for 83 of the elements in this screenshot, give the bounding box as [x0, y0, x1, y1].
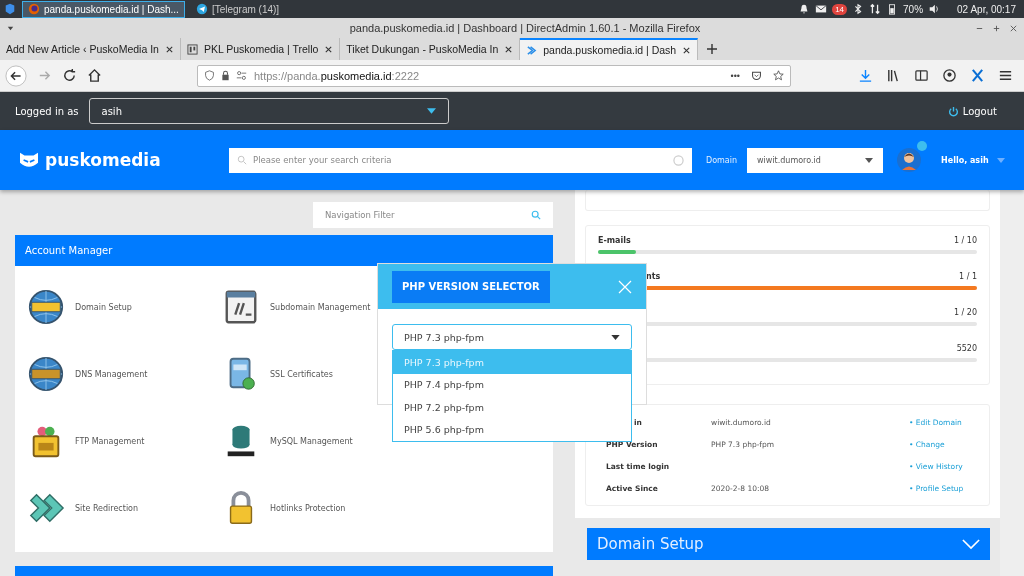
user-avatar[interactable]: [897, 141, 928, 172]
logout-link[interactable]: Logout: [947, 105, 997, 117]
mail-icon[interactable]: [815, 3, 828, 15]
feature-link[interactable]: MySQL Management: [270, 436, 353, 446]
feature-link[interactable]: Hotlinks Protection: [270, 503, 346, 513]
globe-icon[interactable]: [27, 288, 65, 327]
app-menu-icon[interactable]: [4, 3, 16, 15]
usage-value: 5520: [956, 344, 977, 355]
usage-value: 1 / 10: [953, 236, 977, 247]
pocket-icon[interactable]: [751, 70, 762, 81]
usage-value: 1 / 1: [959, 272, 977, 283]
usage-label: E-mails: [598, 236, 631, 247]
board-icon: [186, 43, 198, 55]
permissions-icon[interactable]: [236, 70, 247, 81]
brand-name: puskomedia: [45, 150, 161, 170]
globe-icon[interactable]: [27, 355, 65, 394]
feature-link[interactable]: DNS Management: [75, 369, 148, 379]
caret-icon: [611, 334, 620, 340]
url-text: https://panda.puskomedia.id:2222: [254, 69, 420, 82]
scrollbar-track[interactable]: [1000, 190, 1024, 576]
browser-icon: [28, 3, 40, 15]
user-select[interactable]: asih: [88, 98, 449, 124]
domain-label: Domain: [706, 155, 738, 165]
battery-level: 70%: [903, 3, 924, 15]
panel-header[interactable]: Account Manager: [15, 235, 553, 266]
logged-in-label: Logged in as: [15, 105, 79, 117]
home-icon[interactable]: [87, 68, 102, 83]
padlock-icon[interactable]: [220, 70, 231, 81]
shield-icon[interactable]: [204, 70, 215, 81]
new-tab-icon[interactable]: [706, 43, 719, 55]
panel-title: Domain Setup: [597, 535, 704, 553]
search-icon: [237, 155, 247, 165]
usage-value: 1 / 20: [953, 308, 977, 319]
close-icon[interactable]: [682, 45, 692, 55]
logo-icon: [18, 151, 40, 169]
user-greeting[interactable]: Hello, asih: [941, 155, 989, 165]
feature-link[interactable]: Subdomain Management: [270, 302, 371, 312]
maximize-icon[interactable]: [992, 23, 1001, 33]
panel-title: Account Manager: [25, 244, 113, 256]
panel-header[interactable]: Domain Setup: [587, 528, 990, 560]
extension-x-icon[interactable]: [970, 68, 985, 83]
notification-badge: 14: [832, 3, 848, 15]
search-icon: [531, 210, 541, 220]
usage-label: nts: [646, 272, 661, 283]
close-icon[interactable]: [1009, 23, 1018, 33]
network-arrows-icon[interactable]: [869, 3, 882, 15]
volume-icon[interactable]: [928, 3, 941, 15]
download-icon[interactable]: [858, 68, 873, 83]
feature-link[interactable]: FTP Management: [75, 436, 145, 446]
menu-icon[interactable]: [998, 68, 1013, 83]
star-icon[interactable]: [773, 70, 784, 81]
close-icon[interactable]: [324, 44, 334, 54]
page-actions-button[interactable]: •••: [730, 70, 740, 81]
dropdown-option[interactable]: PHP 7.4 php-fpm: [393, 373, 631, 396]
paper-plane-icon: [195, 3, 208, 15]
account-icon[interactable]: [942, 68, 957, 83]
chevron-down-icon[interactable]: [962, 538, 980, 550]
reload-icon[interactable]: [62, 68, 77, 83]
library-icon[interactable]: [886, 68, 901, 83]
navigation-filter-field[interactable]: Navigation Filter: [313, 202, 553, 228]
dropdown-option[interactable]: PHP 5.6 php-fpm: [393, 418, 631, 441]
caret-icon: [865, 157, 874, 163]
address-field[interactable]: https://panda.puskomedia.id:2222 •••: [197, 64, 791, 87]
back-icon[interactable]: [5, 64, 27, 87]
dropdown-option[interactable]: PHP 7.2 php-fpm: [393, 396, 631, 419]
power-icon: [947, 105, 959, 117]
taskbar-task[interactable]: [Telegram (14)]: [190, 0, 285, 18]
window-title: panda.puskomedia.id | Dashboard | DirectAdmin 1.60.1 - Mozilla Firefox: [348, 22, 701, 34]
browser-tab[interactable]: panda.puskomedia.id | Dash: [520, 38, 699, 60]
search-field[interactable]: Please enter your search criteria: [229, 147, 692, 173]
caret-icon: [426, 108, 436, 114]
close-icon[interactable]: [164, 44, 174, 54]
dialog-title: PHP VERSION SELECTOR: [392, 270, 550, 303]
feature-link[interactable]: Site Redirection: [75, 503, 139, 513]
chevrons-icon: [526, 44, 538, 56]
clock: 02 Apr, 00:17: [957, 3, 1016, 15]
taskbar-task[interactable]: panda.puskomedia.id | Dash...: [22, 0, 185, 18]
close-icon[interactable]: [504, 44, 514, 54]
domain-select[interactable]: wiwit.dumoro.id: [747, 147, 884, 173]
feature-link[interactable]: Domain Setup: [75, 302, 132, 312]
php-version-select[interactable]: PHP 7.3 php-fpm: [392, 324, 632, 350]
sidebar-icon[interactable]: [914, 68, 929, 83]
feature-link[interactable]: SSL Certificates: [270, 369, 333, 379]
